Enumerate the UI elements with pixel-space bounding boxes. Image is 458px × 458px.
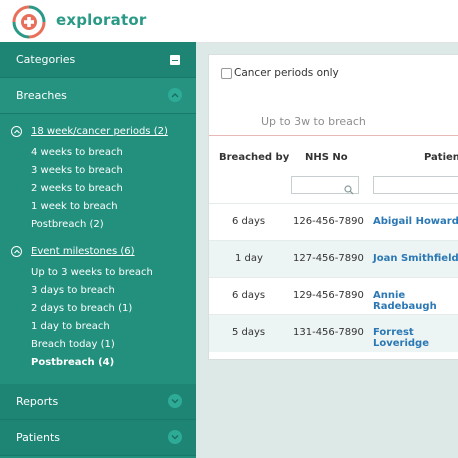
sidebar-item-postbreach-selected[interactable]: Postbreach (4)	[31, 357, 114, 368]
sidebar-item-breach-today[interactable]: Breach today (1)	[31, 339, 115, 350]
breaches-label: Breaches	[16, 89, 67, 102]
nhs-filter-input[interactable]	[291, 176, 359, 195]
sidebar-item-1-week[interactable]: 1 week to breach	[31, 201, 118, 212]
categories-label: Categories	[16, 53, 76, 66]
categories-header[interactable]: Categories	[0, 42, 196, 78]
table-row[interactable]: 6 days 126-456-7890 Abigail Howard	[209, 203, 458, 241]
results-panel: Cancer periods only Up to 3w to breach B…	[208, 54, 458, 360]
patients-header[interactable]: Patients	[0, 420, 196, 456]
patient-filter-input[interactable]	[373, 176, 458, 194]
cell-breached-by: 1 day	[235, 253, 263, 264]
sidebar-item-2-days[interactable]: 2 days to breach (1)	[31, 303, 132, 314]
patient-link[interactable]: Joan Smithfield	[373, 253, 458, 264]
patient-link[interactable]: Forrest Loveridge	[373, 327, 458, 349]
table-row[interactable]: 6 days 129-456-7890 Annie Radebaugh	[209, 277, 458, 315]
sidebar-item-postbreach[interactable]: Postbreach (2)	[31, 219, 104, 230]
tab-up-to-3w[interactable]: Up to 3w to breach	[261, 115, 366, 128]
sidebar-item-2-weeks[interactable]: 2 weeks to breach	[31, 183, 123, 194]
collapse-icon[interactable]	[170, 55, 180, 65]
sidebar-item-4-weeks[interactable]: 4 weeks to breach	[31, 147, 123, 158]
cell-breached-by: 6 days	[232, 216, 266, 227]
chevron-down-icon[interactable]	[168, 430, 182, 444]
logo-icon[interactable]	[11, 4, 47, 40]
sidebar-item-up-to-3-weeks[interactable]: Up to 3 weeks to breach	[31, 267, 153, 278]
chevron-down-icon[interactable]	[168, 394, 182, 408]
table-row[interactable]: 1 day 127-456-7890 Joan Smithfield	[209, 240, 458, 278]
reports-label: Reports	[16, 395, 59, 408]
cell-nhs-no: 129-456-7890	[293, 290, 364, 301]
app-title: explorator	[56, 11, 147, 29]
column-header-patient[interactable]: Patient	[424, 152, 458, 163]
tab-divider	[209, 135, 458, 136]
chevron-up-icon[interactable]	[168, 88, 182, 102]
sidebar-item-3-weeks[interactable]: 3 weeks to breach	[31, 165, 123, 176]
chevron-up-icon[interactable]	[11, 246, 22, 257]
cell-nhs-no: 126-456-7890	[293, 216, 364, 227]
cell-nhs-no: 127-456-7890	[293, 253, 364, 264]
cancer-periods-label[interactable]: Cancer periods only	[234, 67, 339, 79]
patient-link[interactable]: Abigail Howard	[373, 216, 458, 227]
sidebar-item-3-days[interactable]: 3 days to breach	[31, 285, 115, 296]
cell-breached-by: 5 days	[232, 327, 266, 338]
column-header-breached-by[interactable]: Breached by	[219, 152, 289, 163]
column-header-nhs-no[interactable]: NHS No	[305, 152, 348, 163]
cell-breached-by: 6 days	[232, 290, 266, 301]
cell-nhs-no: 131-456-7890	[293, 327, 364, 338]
patients-label: Patients	[16, 431, 61, 444]
search-icon	[344, 180, 354, 199]
group-title-event-milestones[interactable]: Event milestones (6)	[31, 246, 135, 257]
chevron-up-icon[interactable]	[11, 126, 22, 137]
breaches-header[interactable]: Breaches	[0, 78, 196, 114]
patient-link[interactable]: Annie Radebaugh	[373, 290, 458, 312]
cancer-periods-checkbox[interactable]	[221, 68, 232, 79]
sidebar: Categories Breaches 18 week/cancer perio…	[0, 42, 196, 458]
reports-header[interactable]: Reports	[0, 384, 196, 420]
group-title-18-week[interactable]: 18 week/cancer periods (2)	[31, 126, 168, 137]
top-bar: explorator	[0, 0, 458, 43]
table-row[interactable]: 5 days 131-456-7890 Forrest Loveridge	[209, 314, 458, 352]
sidebar-item-1-day[interactable]: 1 day to breach	[31, 321, 110, 332]
